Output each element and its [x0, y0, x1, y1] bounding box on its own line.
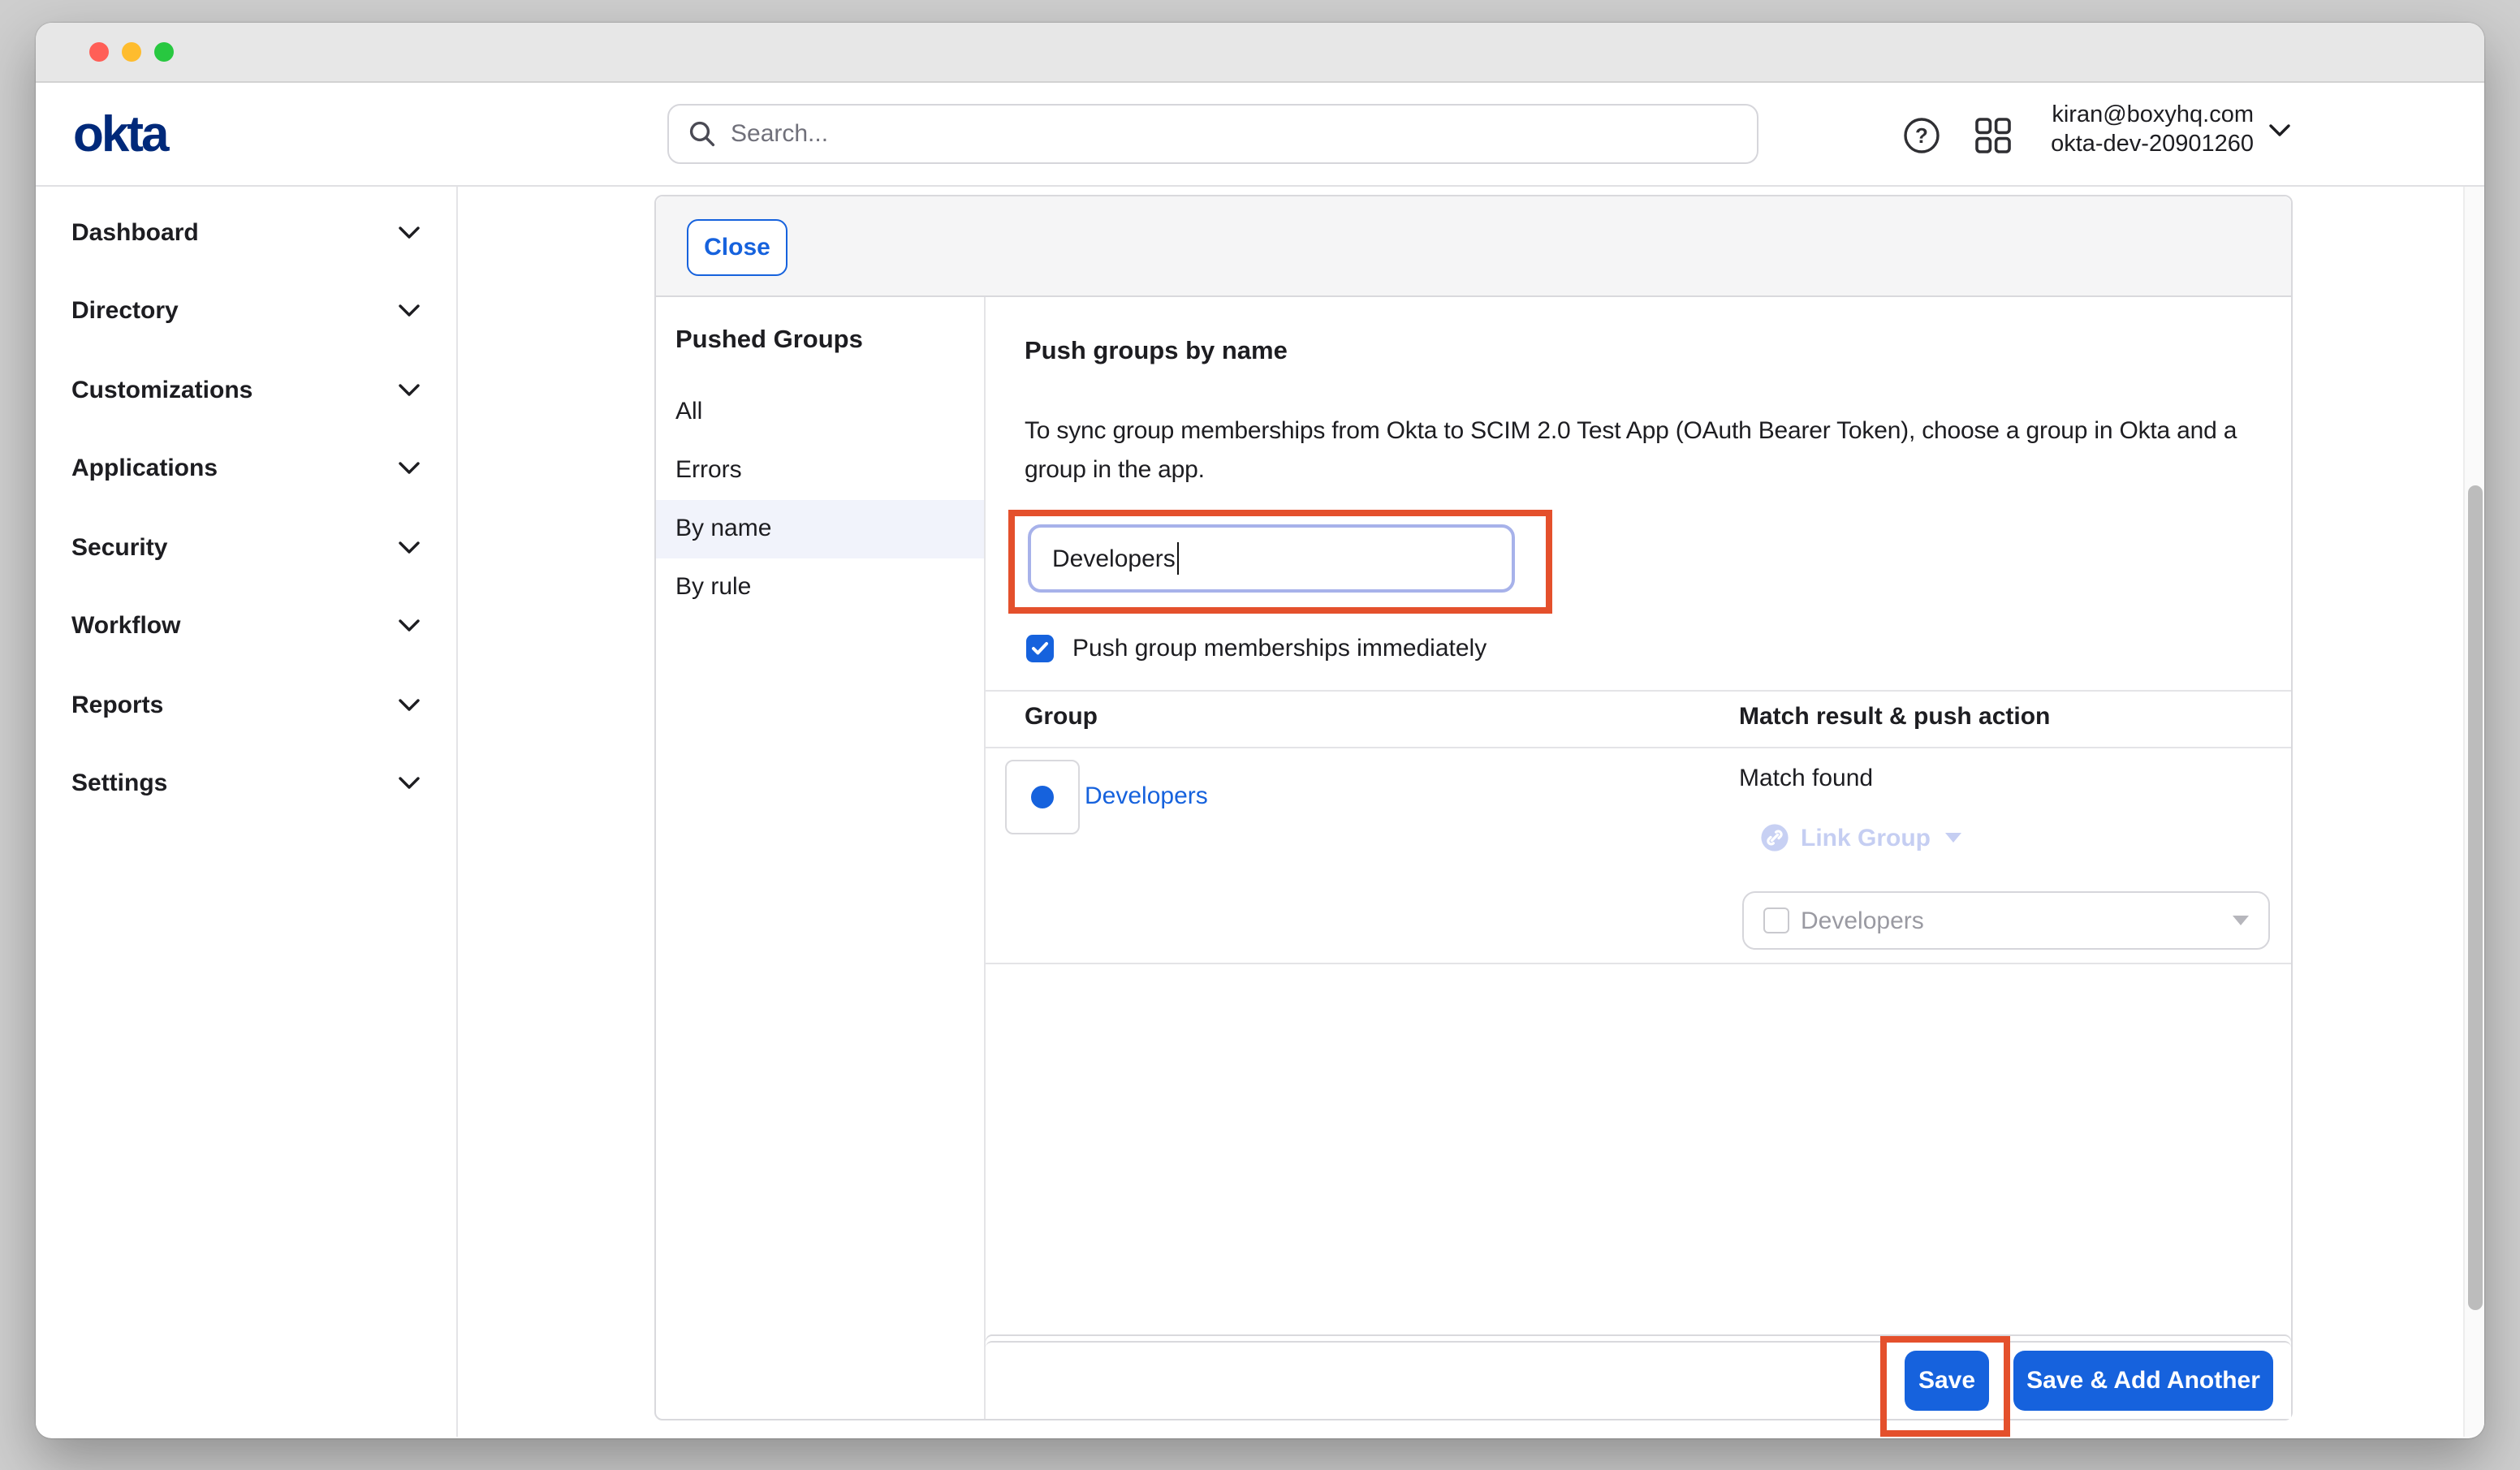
- save-add-another-button[interactable]: Save & Add Another: [2013, 1351, 2273, 1411]
- text-cursor: [1177, 542, 1180, 575]
- close-button[interactable]: Close: [687, 219, 788, 276]
- group-icon: [1031, 786, 1054, 808]
- dialog-header: Close: [656, 196, 2291, 297]
- caret-down-icon: [2233, 916, 2249, 925]
- okta-logo[interactable]: okta: [73, 105, 167, 163]
- sidebar-item-workflow[interactable]: Workflow: [36, 587, 456, 666]
- sidebar-item-label: Reports: [71, 692, 163, 719]
- svg-text:?: ?: [1915, 123, 1928, 148]
- search-input[interactable]: [731, 120, 1737, 148]
- sidebar-item-label: Workflow: [71, 613, 180, 640]
- push-immediately-checkbox[interactable]: [1026, 636, 1053, 662]
- sidebar-item-security[interactable]: Security: [36, 508, 456, 587]
- browser-window: okta ? kiran@boxyhq.com: [36, 23, 2484, 1438]
- dropdown-checkbox: [1763, 907, 1789, 933]
- dropdown-value: Developers: [1801, 907, 2233, 934]
- sidebar-item-applications[interactable]: Applications: [36, 429, 456, 508]
- app-body: Dashboard Directory Customizations Appli…: [36, 187, 2484, 1437]
- sidebar-item-directory[interactable]: Directory: [36, 272, 456, 351]
- subnav-item-errors[interactable]: Errors: [656, 442, 984, 500]
- push-immediately-row: Push group memberships immediately: [1026, 635, 1487, 662]
- table-row-border: [986, 963, 2291, 964]
- subnav-title: Pushed Groups: [675, 326, 863, 356]
- sidebar-item-settings[interactable]: Settings: [36, 744, 456, 823]
- sidebar-item-reports[interactable]: Reports: [36, 666, 456, 744]
- dialog-footer: Save Save & Add Another: [986, 1341, 2291, 1419]
- sidebar-item-customizations[interactable]: Customizations: [36, 351, 456, 429]
- chevron-down-icon: [398, 383, 421, 398]
- help-icon[interactable]: ?: [1903, 117, 1940, 154]
- window-minimize-button[interactable]: [122, 42, 141, 62]
- app-group-dropdown[interactable]: Developers: [1742, 891, 2270, 950]
- global-search[interactable]: [667, 104, 1758, 164]
- check-icon: [1031, 641, 1049, 656]
- window-titlebar[interactable]: [36, 23, 2484, 83]
- account-info: kiran@boxyhq.com okta-dev-20901260: [2051, 102, 2254, 159]
- chevron-down-icon: [398, 304, 421, 319]
- match-status-text: Match found: [1739, 765, 1873, 792]
- subnav-item-by-rule[interactable]: By rule: [656, 558, 984, 617]
- chevron-down-icon: [398, 777, 421, 791]
- main-sidebar: Dashboard Directory Customizations Appli…: [36, 187, 458, 1437]
- group-name-input[interactable]: Developers: [1028, 524, 1515, 593]
- window-zoom-button[interactable]: [154, 42, 174, 62]
- dialog-content: Push groups by name To sync group member…: [986, 297, 2291, 1419]
- sidebar-item-dashboard[interactable]: Dashboard: [36, 193, 456, 272]
- group-name-input-value: Developers: [1052, 545, 1176, 572]
- push-immediately-label: Push group memberships immediately: [1072, 635, 1487, 662]
- subnav-item-all[interactable]: All: [656, 383, 984, 442]
- push-groups-dialog: Close Pushed Groups All Errors By name B…: [654, 195, 2293, 1420]
- scrollbar-thumb[interactable]: [2468, 485, 2482, 1310]
- save-button[interactable]: Save: [1905, 1351, 1989, 1411]
- chevron-down-icon: [398, 698, 421, 713]
- link-group-label: Link Group: [1801, 824, 1931, 851]
- table-top-border: [986, 690, 2291, 692]
- account-menu[interactable]: kiran@boxyhq.com okta-dev-20901260: [2051, 102, 2291, 159]
- table-header-border: [986, 747, 2291, 748]
- pushed-groups-subnav: Pushed Groups All Errors By name By rule: [656, 297, 986, 1419]
- link-icon: [1760, 823, 1789, 852]
- dialog-description: To sync group memberships from Okta to S…: [1025, 412, 2294, 490]
- sidebar-item-label: Security: [71, 534, 167, 562]
- sidebar-item-label: Settings: [71, 770, 167, 798]
- window-close-button[interactable]: [89, 42, 109, 62]
- chevron-down-icon: [2268, 123, 2291, 138]
- account-email: kiran@boxyhq.com: [2051, 102, 2254, 131]
- dialog-title: Push groups by name: [1025, 338, 1288, 367]
- chevron-down-icon: [398, 226, 421, 240]
- search-icon: [688, 120, 716, 148]
- chevron-down-icon: [398, 619, 421, 634]
- sidebar-item-label: Dashboard: [71, 219, 199, 247]
- chevron-down-icon: [398, 462, 421, 476]
- link-group-button[interactable]: Link Group: [1760, 823, 1961, 852]
- column-header-match: Match result & push action: [1739, 703, 2050, 731]
- sidebar-item-label: Applications: [71, 455, 218, 483]
- scrollbar[interactable]: [2463, 187, 2484, 1437]
- account-org: okta-dev-20901260: [2051, 131, 2254, 159]
- chevron-down-icon: [398, 541, 421, 555]
- app-header: okta ? kiran@boxyhq.com: [36, 83, 2484, 187]
- column-header-group: Group: [1025, 703, 1098, 731]
- sidebar-item-label: Directory: [71, 298, 179, 325]
- window-controls: [89, 42, 174, 62]
- group-icon-card: [1005, 760, 1080, 834]
- subnav-item-by-name[interactable]: By name: [656, 500, 984, 558]
- group-name-link[interactable]: Developers: [1085, 782, 1208, 810]
- apps-grid-icon[interactable]: [1974, 117, 2012, 154]
- sidebar-item-label: Customizations: [71, 377, 252, 404]
- caret-down-icon: [1945, 833, 1961, 843]
